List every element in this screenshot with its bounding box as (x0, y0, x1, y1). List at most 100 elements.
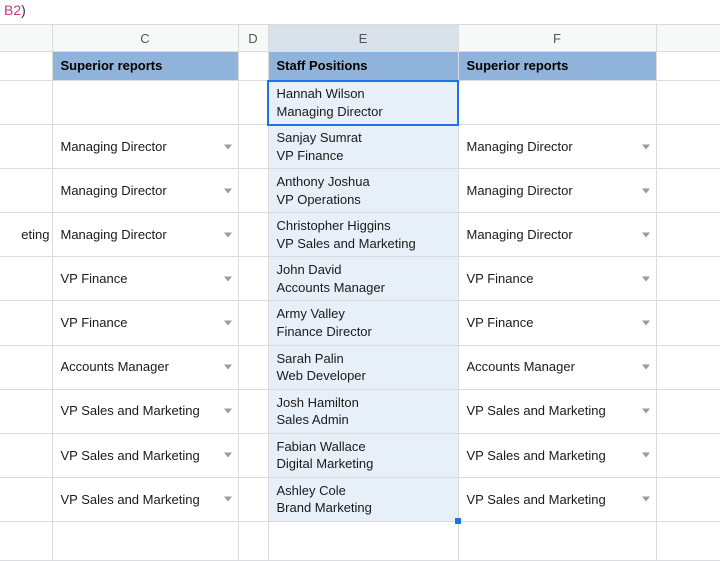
cell-superior-right[interactable]: VP Finance (458, 301, 656, 345)
table-row[interactable]: Hannah Wilson Managing Director (0, 81, 720, 125)
selection-handle[interactable] (455, 518, 461, 524)
sheet-header-row[interactable]: Superior reports Staff Positions Superio… (0, 52, 720, 81)
cell-blank-D[interactable] (238, 433, 268, 477)
chevron-down-icon[interactable] (224, 409, 232, 414)
overflow-peek[interactable] (0, 81, 52, 125)
cell-staff-position[interactable]: Christopher HigginsVP Sales and Marketin… (268, 213, 458, 257)
cell-blank[interactable] (656, 521, 720, 560)
cell-superior-right[interactable] (458, 81, 656, 125)
cell-blank-D[interactable] (238, 345, 268, 389)
table-row[interactable]: Accounts Manager Sarah PalinWeb Develope… (0, 345, 720, 389)
cell-staff-position[interactable]: John DavidAccounts Manager (268, 257, 458, 301)
chevron-down-icon[interactable] (642, 321, 650, 326)
cell-blank[interactable] (0, 52, 52, 81)
cell-staff-position[interactable]: Ashley Cole Brand Marketing (268, 477, 458, 521)
chevron-down-icon[interactable] (642, 365, 650, 370)
table-row[interactable]: Managing Director Sanjay SumratVP Financ… (0, 125, 720, 169)
cell-blank[interactable] (268, 521, 458, 560)
header-superior-reports-left[interactable]: Superior reports (52, 52, 238, 81)
col-header-F[interactable]: F (458, 25, 656, 52)
cell-blank-G[interactable] (656, 81, 720, 125)
chevron-down-icon[interactable] (642, 409, 650, 414)
cell-staff-position[interactable]: Sanjay SumratVP Finance (268, 125, 458, 169)
cell-blank-D[interactable] (238, 477, 268, 521)
column-header-row[interactable]: C D E F (0, 25, 720, 52)
overflow-peek[interactable] (0, 433, 52, 477)
cell-blank-D[interactable] (238, 257, 268, 301)
cell-staff-position[interactable]: Sarah PalinWeb Developer (268, 345, 458, 389)
cell-blank-D[interactable] (238, 213, 268, 257)
cell-blank-G[interactable] (656, 125, 720, 169)
table-row[interactable]: VP Sales and Marketing Fabian WallaceDig… (0, 433, 720, 477)
chevron-down-icon[interactable] (224, 497, 232, 502)
chevron-down-icon[interactable] (224, 365, 232, 370)
cell-blank-G[interactable] (656, 169, 720, 213)
table-row[interactable]: Managing Director Anthony JoshuaVP Opera… (0, 169, 720, 213)
overflow-peek[interactable] (0, 169, 52, 213)
overflow-peek[interactable] (0, 389, 52, 433)
overflow-peek[interactable]: eting (0, 213, 52, 257)
cell-superior-left[interactable]: VP Sales and Marketing (52, 389, 238, 433)
col-header-D[interactable]: D (238, 25, 268, 52)
chevron-down-icon[interactable] (642, 453, 650, 458)
cell-superior-left[interactable]: Managing Director (52, 169, 238, 213)
cell-blank-G[interactable] (656, 345, 720, 389)
cell-superior-right[interactable]: Managing Director (458, 125, 656, 169)
cell-blank-G[interactable] (656, 433, 720, 477)
cell-superior-left[interactable]: Accounts Manager (52, 345, 238, 389)
overflow-peek[interactable] (0, 301, 52, 345)
col-header-E[interactable]: E (268, 25, 458, 52)
col-header-C[interactable]: C (52, 25, 238, 52)
chevron-down-icon[interactable] (642, 232, 650, 237)
col-header-G[interactable] (656, 25, 720, 52)
cell-superior-right[interactable]: Managing Director (458, 169, 656, 213)
overflow-peek[interactable] (0, 477, 52, 521)
cell-superior-left[interactable]: VP Sales and Marketing (52, 477, 238, 521)
cell-blank[interactable] (458, 521, 656, 560)
chevron-down-icon[interactable] (642, 276, 650, 281)
cell-staff-position[interactable]: Hannah Wilson Managing Director (268, 81, 458, 125)
header-blank-G[interactable] (656, 52, 720, 81)
cell-blank-G[interactable] (656, 301, 720, 345)
cell-superior-right[interactable]: VP Sales and Marketing (458, 433, 656, 477)
cell-blank-D[interactable] (238, 81, 268, 125)
chevron-down-icon[interactable] (224, 144, 232, 149)
cell-blank-D[interactable] (238, 125, 268, 169)
cell-staff-position[interactable]: Josh HamiltonSales Admin (268, 389, 458, 433)
cell-blank-G[interactable] (656, 477, 720, 521)
cell-superior-left[interactable]: Managing Director (52, 125, 238, 169)
overflow-peek[interactable] (0, 125, 52, 169)
cell-blank-G[interactable] (656, 213, 720, 257)
chevron-down-icon[interactable] (224, 232, 232, 237)
table-row[interactable]: VP Finance Army ValleyFinance Director V… (0, 301, 720, 345)
table-row[interactable]: VP Sales and Marketing Josh HamiltonSale… (0, 389, 720, 433)
chevron-down-icon[interactable] (224, 188, 232, 193)
cell-superior-right[interactable]: VP Finance (458, 257, 656, 301)
cell-blank[interactable] (0, 521, 52, 560)
cell-blank-G[interactable] (656, 389, 720, 433)
cell-blank-D[interactable] (238, 389, 268, 433)
chevron-down-icon[interactable] (224, 321, 232, 326)
cell-staff-position[interactable]: Fabian WallaceDigital Marketing (268, 433, 458, 477)
header-blank-D[interactable] (238, 52, 268, 81)
cell-superior-right[interactable]: Managing Director (458, 213, 656, 257)
cell-superior-right[interactable]: Accounts Manager (458, 345, 656, 389)
cell-superior-left[interactable] (52, 81, 238, 125)
col-header-blank[interactable] (0, 25, 52, 52)
chevron-down-icon[interactable] (642, 144, 650, 149)
cell-blank-D[interactable] (238, 301, 268, 345)
overflow-peek[interactable] (0, 345, 52, 389)
cell-staff-position[interactable]: Army ValleyFinance Director (268, 301, 458, 345)
spreadsheet-grid[interactable]: C D E F Superior reports Staff Positions… (0, 24, 720, 561)
cell-blank[interactable] (238, 521, 268, 560)
cell-superior-left[interactable]: VP Finance (52, 257, 238, 301)
cell-staff-position[interactable]: Anthony JoshuaVP Operations (268, 169, 458, 213)
cell-blank-D[interactable] (238, 169, 268, 213)
cell-blank-G[interactable] (656, 257, 720, 301)
cell-superior-right[interactable]: VP Sales and Marketing (458, 389, 656, 433)
header-staff-positions[interactable]: Staff Positions (268, 52, 458, 81)
chevron-down-icon[interactable] (642, 497, 650, 502)
chevron-down-icon[interactable] (642, 188, 650, 193)
cell-superior-left[interactable]: VP Sales and Marketing (52, 433, 238, 477)
overflow-peek[interactable] (0, 257, 52, 301)
